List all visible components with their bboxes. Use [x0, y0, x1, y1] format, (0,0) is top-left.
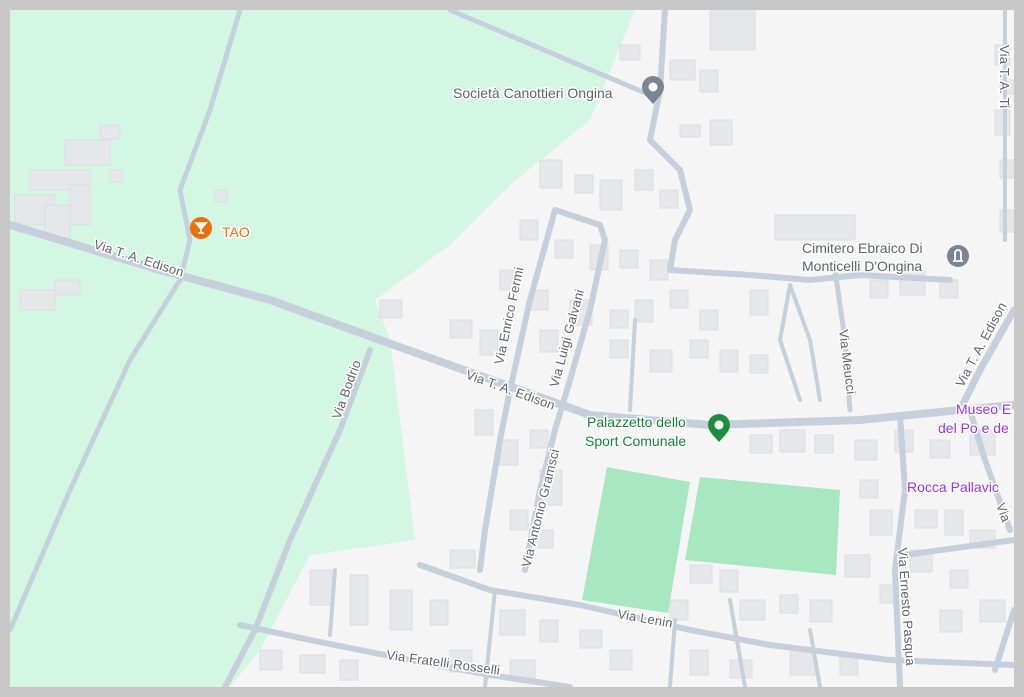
cocktail-bar-icon[interactable] — [190, 217, 212, 239]
poi-label-palazzetto-line1[interactable]: Palazzetto dello — [586, 413, 688, 432]
poi-label-rocca[interactable]: Rocca Pallavic — [906, 478, 1001, 497]
road-label-edison-east: Via T. A. Edison — [952, 300, 1009, 390]
poi-label-cimitero-line1[interactable]: Cimitero Ebraico Di — [801, 239, 925, 258]
road-label-rosselli: Via Fratelli Rosselli — [386, 647, 501, 678]
poi-palazzetto[interactable]: Palazzetto dello Sport Comunale — [584, 413, 730, 451]
poi-label-cimitero-line2[interactable]: Monticelli D'Ongina — [801, 257, 924, 276]
cemetery-icon[interactable] — [947, 245, 969, 267]
road-label-edge-east: Via — [993, 501, 1014, 525]
poi-label-tao[interactable]: TAO — [221, 223, 252, 242]
map-frame: Via T. A. Edison Via T. A. Edison Via T.… — [0, 0, 1024, 697]
sports-field-east[interactable] — [685, 477, 840, 575]
road-central-n[interactable] — [628, 318, 637, 412]
poi-cimitero[interactable]: Cimitero Ebraico Di Monticelli D'Ongina — [801, 239, 969, 276]
sports-field-west[interactable] — [582, 467, 690, 613]
poi-label-museo-line1[interactable]: Museo E — [955, 400, 1013, 419]
map-canvas[interactable]: Via T. A. Edison Via T. A. Edison Via T.… — [10, 10, 1014, 687]
road-label-edge-north: Via T. A. Ti — [997, 45, 1012, 108]
sports-pin-icon[interactable] — [708, 414, 730, 442]
poi-label-societa[interactable]: Società Canottieri Ongina — [452, 84, 615, 103]
road-label-mucci: Via Meucci — [836, 329, 859, 396]
poi-label-palazzetto-line2[interactable]: Sport Comunale — [584, 432, 688, 451]
poi-rocca[interactable]: Rocca Pallavic — [906, 478, 1001, 497]
road-label-gramsci: Via Antonio Gramsci — [518, 447, 562, 568]
map-svg[interactable]: Via T. A. Edison Via T. A. Edison Via T.… — [10, 10, 1014, 687]
poi-label-museo-line2[interactable]: del Po e de — [937, 419, 1011, 438]
road-loop[interactable] — [778, 283, 822, 402]
